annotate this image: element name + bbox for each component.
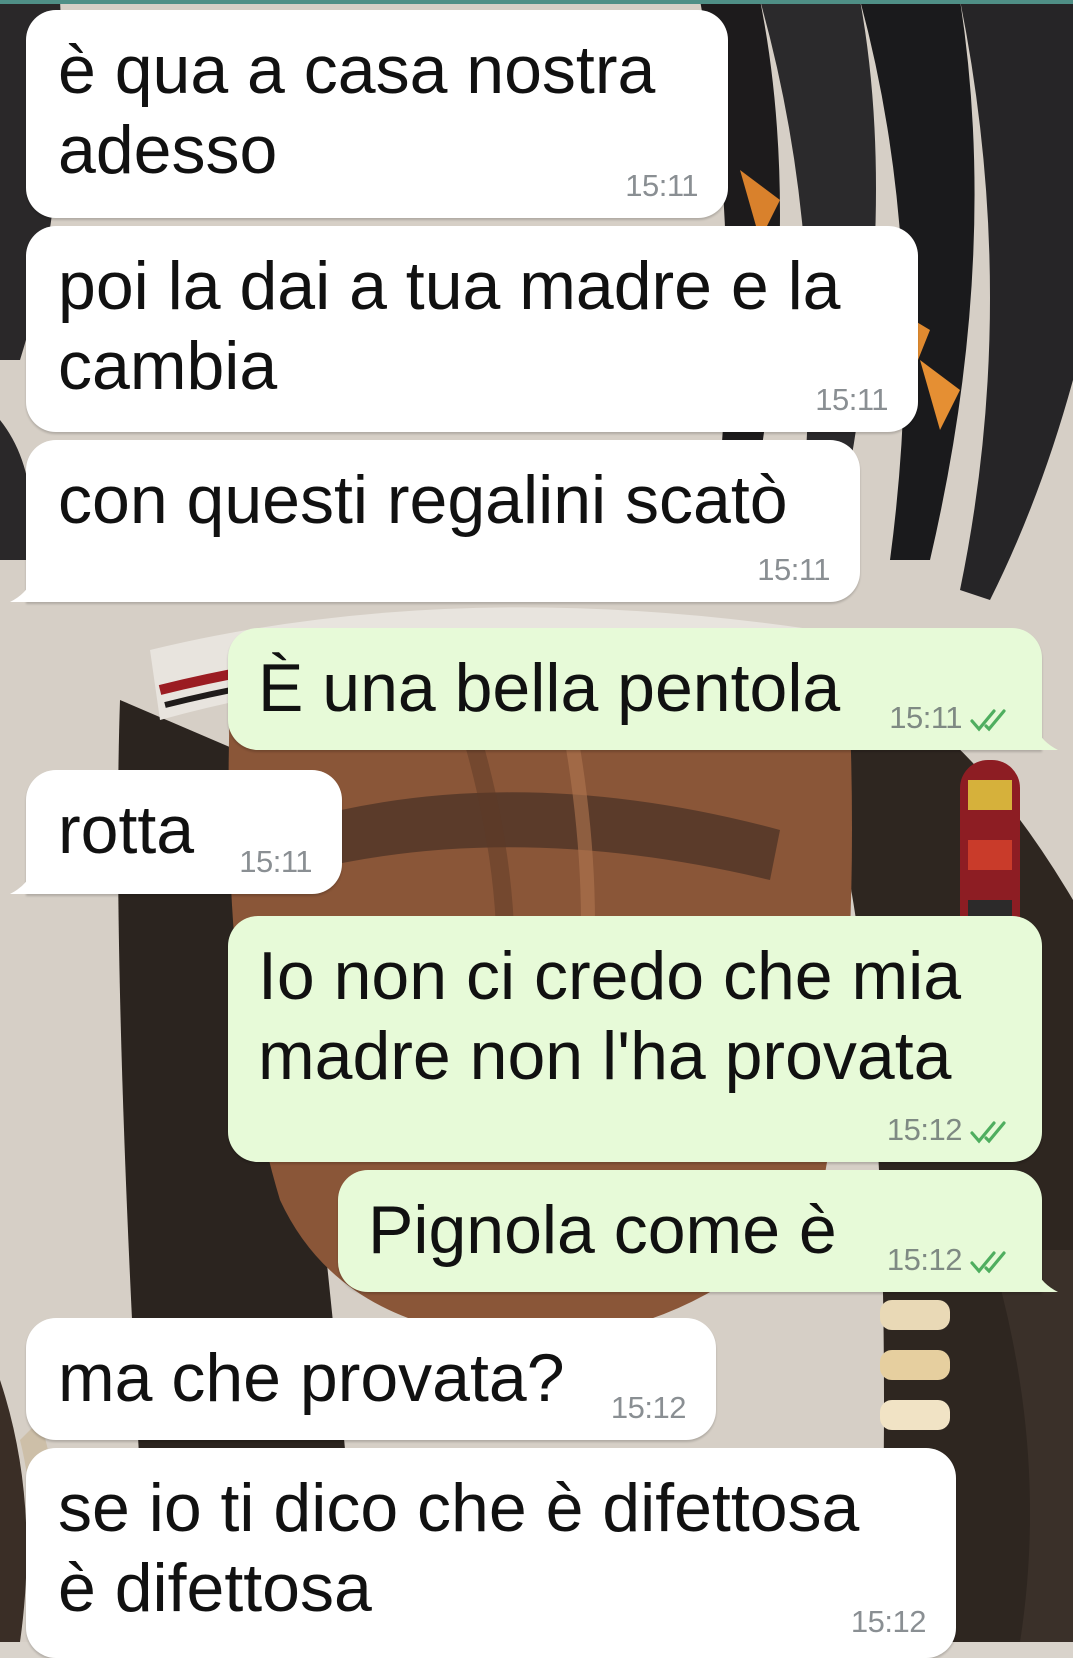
message-bubble-incoming[interactable]: rotta 15:11 xyxy=(10,770,342,894)
message-text: è qua a casa nostra adesso xyxy=(58,32,656,188)
message-bubble-incoming[interactable]: con questi regalini scatò 15:11 xyxy=(10,440,860,602)
message-text: È una bella pentola xyxy=(258,650,841,726)
message-text: Pignola come è xyxy=(368,1192,837,1268)
message-bubble-outgoing[interactable]: È una bella pentola 15:11 xyxy=(228,628,1058,750)
double-check-icon xyxy=(970,709,1006,732)
top-accent-line xyxy=(0,0,1073,4)
message-bubble-incoming[interactable]: se io ti dico che è difettosa è difettos… xyxy=(26,1448,956,1658)
message-timestamp: 15:12 xyxy=(850,1604,927,1639)
bubble-tail xyxy=(10,872,32,894)
message-timestamp: 15:12 xyxy=(886,1112,963,1147)
message-text: Io non ci credo che mia madre non l'ha p… xyxy=(258,938,962,1094)
message-text: con questi regalini scatò xyxy=(58,462,788,538)
message-bubble-outgoing[interactable]: Pignola come è 15:12 xyxy=(338,1170,1058,1292)
message-timestamp: 15:11 xyxy=(239,844,312,879)
message-timestamp: 15:11 xyxy=(889,700,962,735)
double-check-icon xyxy=(970,1251,1006,1274)
message-text: se io ti dico che è difettosa è difettos… xyxy=(58,1470,860,1626)
double-check-icon xyxy=(970,1121,1006,1144)
bubble-tail xyxy=(10,580,32,602)
message-text: poi la dai a tua madre e la cambia xyxy=(58,248,841,404)
message-timestamp: 15:12 xyxy=(886,1242,963,1277)
message-timestamp: 15:12 xyxy=(610,1390,687,1425)
message-bubble-incoming[interactable]: è qua a casa nostra adesso 15:11 xyxy=(26,10,728,218)
message-timestamp: 15:11 xyxy=(625,168,698,203)
message-bubble-incoming[interactable]: ma che provata? 15:12 xyxy=(26,1318,716,1440)
bubble-tail xyxy=(1036,1270,1058,1292)
message-text: rotta xyxy=(58,792,195,868)
message-timestamp: 15:11 xyxy=(815,382,888,417)
message-timestamp: 15:11 xyxy=(757,552,830,587)
bubble-tail xyxy=(1036,728,1058,750)
message-bubble-outgoing[interactable]: Io non ci credo che mia madre non l'ha p… xyxy=(228,916,1042,1162)
message-bubble-incoming[interactable]: poi la dai a tua madre e la cambia 15:11 xyxy=(26,226,918,432)
message-text: ma che provata? xyxy=(58,1340,565,1416)
